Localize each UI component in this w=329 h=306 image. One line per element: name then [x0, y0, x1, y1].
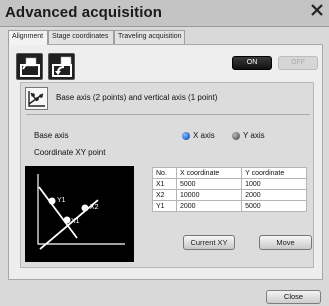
graph-label-y1: Y1	[57, 197, 66, 204]
coordinate-section-label: Coordinate XY point	[34, 148, 106, 157]
table-header-row: No. X coordinate Y coordinate	[152, 167, 307, 179]
table-cell: 2000	[175, 200, 243, 212]
window-title: Advanced acquisition	[5, 4, 163, 21]
table-row[interactable]: X2 10000 2000	[152, 189, 307, 201]
tab-traveling-acquisition[interactable]: Traveling acquisition	[114, 30, 185, 44]
save-file-icon	[52, 56, 72, 77]
save-settings-button[interactable]	[48, 53, 75, 80]
mode-label: Base axis (2 points) and vertical axis (…	[56, 93, 218, 102]
off-button[interactable]: OFF	[278, 56, 318, 70]
alignment-diagram-icon	[37, 174, 125, 250]
divider	[26, 114, 310, 115]
title-bar: Advanced acquisition	[0, 0, 329, 27]
table-header: Y coordinate	[241, 167, 307, 179]
table-cell: 2000	[241, 189, 307, 201]
radio-label: X axis	[193, 131, 215, 140]
table-row[interactable]: Y1 2000 5000	[152, 200, 307, 212]
close-icon[interactable]	[309, 2, 325, 18]
radio-y-axis[interactable]: Y axis	[232, 131, 272, 141]
base-axis-label: Base axis	[34, 131, 69, 140]
open-folder-icon	[20, 57, 40, 77]
table-cell: 5000	[241, 200, 307, 212]
radio-selected-icon	[182, 132, 190, 140]
table-cell: X1	[152, 178, 177, 190]
tab-alignment[interactable]: Alignment	[8, 30, 48, 45]
graph-label-x2: X2	[90, 204, 99, 211]
coordinate-table: No. X coordinate Y coordinate X1 5000 10…	[152, 167, 307, 212]
tab-label: Traveling acquisition	[118, 33, 182, 40]
open-settings-button[interactable]	[16, 53, 43, 80]
table-cell: X2	[152, 189, 177, 201]
table-header: No.	[152, 167, 177, 179]
axis-mode-icon[interactable]	[25, 87, 48, 110]
radio-label: Y axis	[243, 131, 265, 140]
table-cell: 10000	[175, 189, 243, 201]
tab-stage-coordinates[interactable]: Stage coordinates	[48, 30, 114, 44]
tab-label: Stage coordinates	[52, 33, 109, 40]
alignment-graph: Y1 X1 X2	[25, 166, 134, 262]
graph-label-x1: X1	[71, 218, 80, 225]
alignment-settings-group: Base axis (2 points) and vertical axis (…	[20, 82, 314, 268]
alignment-panel: ON OFF Base axis (2 points) and vertical…	[8, 44, 323, 280]
table-cell: 1000	[241, 178, 307, 190]
table-cell: Y1	[152, 200, 177, 212]
radio-x-axis[interactable]: X axis	[182, 131, 220, 141]
table-row[interactable]: X1 5000 1000	[152, 178, 307, 190]
move-button[interactable]: Move	[259, 235, 312, 250]
on-button[interactable]: ON	[232, 56, 272, 70]
current-xy-button[interactable]: Current XY	[183, 235, 235, 250]
table-header: X coordinate	[175, 167, 243, 179]
radio-unselected-icon	[232, 132, 240, 140]
close-button[interactable]: Close	[266, 290, 321, 304]
table-cell: 5000	[175, 178, 243, 190]
tab-label: Alignment	[12, 33, 44, 40]
